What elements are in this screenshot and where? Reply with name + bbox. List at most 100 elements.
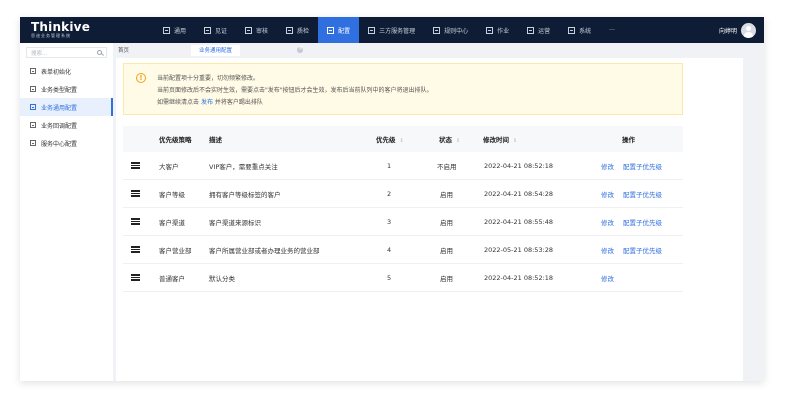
doc-icon — [30, 104, 36, 110]
cell-strategy: 普通客户 — [159, 274, 185, 283]
cell-desc: 默认分类 — [209, 274, 235, 283]
app-window: Thinkive 思迪业务管理系统 通用 见证 审核 质检 配置 三方服务管理 … — [20, 17, 764, 381]
cell-priority: 4 — [387, 245, 392, 254]
avatar[interactable] — [741, 22, 756, 38]
sort-icon[interactable]: ⇕ — [513, 138, 517, 144]
doc-icon — [30, 122, 36, 128]
doc-icon — [30, 86, 36, 92]
priority-table: 优先级策略 描述 优先级 ⇕ 状态 ⇕ 修改时间 ⇕ 操作 大客户 VIP客户，需要重… — [123, 126, 683, 292]
cell-time: 2022-04-21 08:55:48 — [484, 217, 554, 226]
tab-general-config[interactable]: 业务通用配置 — [191, 44, 241, 56]
header-status[interactable]: 状态 ⇕ — [439, 134, 460, 144]
sidebar: 搜索... 表单初始化 业务类型配置 业务通用配置 业务回调配置 服务中心配置 — [20, 43, 113, 381]
doc-icon — [286, 26, 294, 34]
cell-time: 2022-05-21 08:53:28 — [484, 245, 554, 254]
main-nav: 通用 见证 审核 质检 配置 三方服务管理 规则中心 作业 运营 系统 ··· — [154, 17, 624, 43]
doc-icon — [30, 140, 36, 146]
table-row: 客户等级 拥有客户等级标签的客户 2 启用 2022-04-21 08:54:2… — [123, 180, 683, 208]
header-priority[interactable]: 优先级 ⇕ — [376, 134, 404, 144]
config-sub-priority-link[interactable]: 配置子优先级 — [623, 245, 662, 255]
sidebar-item-form-init[interactable]: 表单初始化 — [20, 62, 113, 80]
tab-home[interactable]: 首页 — [118, 46, 129, 54]
nav-item-config[interactable]: 配置 — [318, 17, 360, 43]
table-row: 普通客户 默认分类 5 启用 2022-04-21 08:52:18 修改 — [123, 264, 683, 292]
sidebar-search[interactable]: 搜索... — [26, 47, 107, 58]
cell-strategy: 客户渠道 — [159, 218, 185, 227]
cell-priority: 5 — [387, 273, 392, 282]
table-row: 客户营业部 客户所属营业部或者办理业务的营业部 4 启用 2022-05-21 … — [123, 236, 683, 264]
sidebar-item-callback[interactable]: 业务回调配置 — [20, 116, 113, 134]
cell-time: 2022-04-21 08:52:18 — [484, 161, 554, 170]
brand-name: Thinkive — [31, 20, 91, 34]
nav-item-quality[interactable]: 质检 — [277, 17, 318, 43]
sidebar-item-general-config[interactable]: 业务通用配置 — [20, 98, 113, 116]
tab-bar: 首页 业务通用配置 — [113, 43, 764, 57]
edit-link[interactable]: 修改 — [601, 245, 614, 255]
sidebar-item-service-center[interactable]: 服务中心配置 — [20, 134, 113, 152]
doc-icon — [568, 26, 576, 34]
table-row: 大客户 VIP客户，需要重点关注 1 不启用 2022-04-21 08:52:… — [123, 152, 683, 180]
edit-link[interactable]: 修改 — [601, 217, 614, 227]
nav-item-general[interactable]: 通用 — [154, 17, 195, 43]
doc-icon — [30, 68, 36, 74]
cell-priority: 2 — [387, 189, 392, 198]
alert-line-3: 如需继续清点击 发布 并将客户踢出排队 — [157, 99, 263, 106]
sidebar-item-business-type[interactable]: 业务类型配置 — [20, 80, 113, 98]
doc-icon — [163, 26, 170, 34]
search-icon[interactable] — [97, 50, 102, 55]
warning-alert: ! 当前配置项十分重要，切勿频繁修改。 当前页面修改后不会实时生效，需要点击"发… — [123, 63, 683, 115]
cell-status: 启用 — [440, 274, 453, 283]
edit-link[interactable]: 修改 — [601, 189, 614, 199]
alert-line-1: 当前配置项十分重要，切勿频繁修改。 — [157, 75, 260, 82]
user-menu[interactable]: 向婷明 — [719, 17, 756, 43]
cell-status: 不启用 — [437, 162, 457, 171]
search-input[interactable]: 搜索... — [31, 49, 47, 57]
sort-icon[interactable]: ⇕ — [400, 138, 404, 144]
nav-item-more[interactable]: ··· — [600, 17, 624, 43]
table-header: 优先级策略 描述 优先级 ⇕ 状态 ⇕ 修改时间 ⇕ 操作 — [123, 126, 683, 152]
drag-handle-icon[interactable] — [131, 218, 140, 225]
nav-item-third-party[interactable]: 三方服务管理 — [359, 17, 424, 43]
cell-priority: 3 — [387, 217, 392, 226]
cell-status: 启用 — [440, 218, 453, 227]
alert-line-2: 当前页面修改后不会实时生效，需要点击"发布"按钮后才会生效，发布后当前队列中的客… — [157, 87, 433, 94]
nav-item-jobs[interactable]: 作业 — [477, 17, 518, 43]
table-row: 客户渠道 客户渠道来源标识 3 启用 2022-04-21 08:55:48 修… — [123, 208, 683, 236]
nav-item-witness[interactable]: 见证 — [195, 17, 236, 43]
cell-status: 启用 — [440, 190, 453, 199]
edit-link[interactable]: 修改 — [601, 273, 614, 283]
drag-handle-icon[interactable] — [131, 246, 140, 253]
warning-icon: ! — [136, 73, 146, 83]
doc-icon — [486, 26, 494, 34]
sort-icon[interactable]: ⇕ — [456, 138, 460, 144]
nav-item-operations[interactable]: 运营 — [518, 17, 559, 43]
top-navbar: Thinkive 思迪业务管理系统 通用 见证 审核 质检 配置 三方服务管理 … — [20, 17, 764, 43]
doc-icon — [245, 26, 253, 34]
drag-handle-icon[interactable] — [131, 274, 140, 281]
user-name: 向婷明 — [718, 27, 737, 35]
header-time[interactable]: 修改时间 ⇕ — [483, 134, 517, 144]
cell-desc: VIP客户，需要重点关注 — [209, 162, 278, 171]
publish-link[interactable]: 发布 — [201, 99, 213, 106]
cell-status: 启用 — [440, 246, 453, 255]
config-sub-priority-link[interactable]: 配置子优先级 — [623, 161, 662, 171]
config-sub-priority-link[interactable]: 配置子优先级 — [623, 189, 662, 199]
close-icon[interactable] — [297, 45, 303, 53]
config-sub-priority-link[interactable]: 配置子优先级 — [623, 217, 662, 227]
brand-logo[interactable]: Thinkive 思迪业务管理系统 — [20, 21, 116, 39]
doc-icon — [327, 26, 335, 34]
edit-link[interactable]: 修改 — [601, 161, 614, 171]
cell-desc: 拥有客户等级标签的客户 — [209, 190, 281, 199]
drag-handle-icon[interactable] — [131, 190, 140, 197]
header-ops: 操作 — [622, 136, 635, 144]
nav-item-rules[interactable]: 规则中心 — [424, 17, 477, 43]
cell-priority: 1 — [387, 161, 392, 170]
nav-item-system[interactable]: 系统 — [559, 17, 600, 43]
header-desc: 描述 — [209, 136, 222, 144]
doc-icon — [433, 26, 441, 34]
people-icon — [527, 26, 535, 34]
doc-icon — [204, 26, 212, 34]
drag-handle-icon[interactable] — [131, 162, 140, 169]
content-panel: ! 当前配置项十分重要，切勿频繁修改。 当前页面修改后不会实时生效，需要点击"发… — [116, 58, 743, 381]
nav-item-review[interactable]: 审核 — [236, 17, 277, 43]
